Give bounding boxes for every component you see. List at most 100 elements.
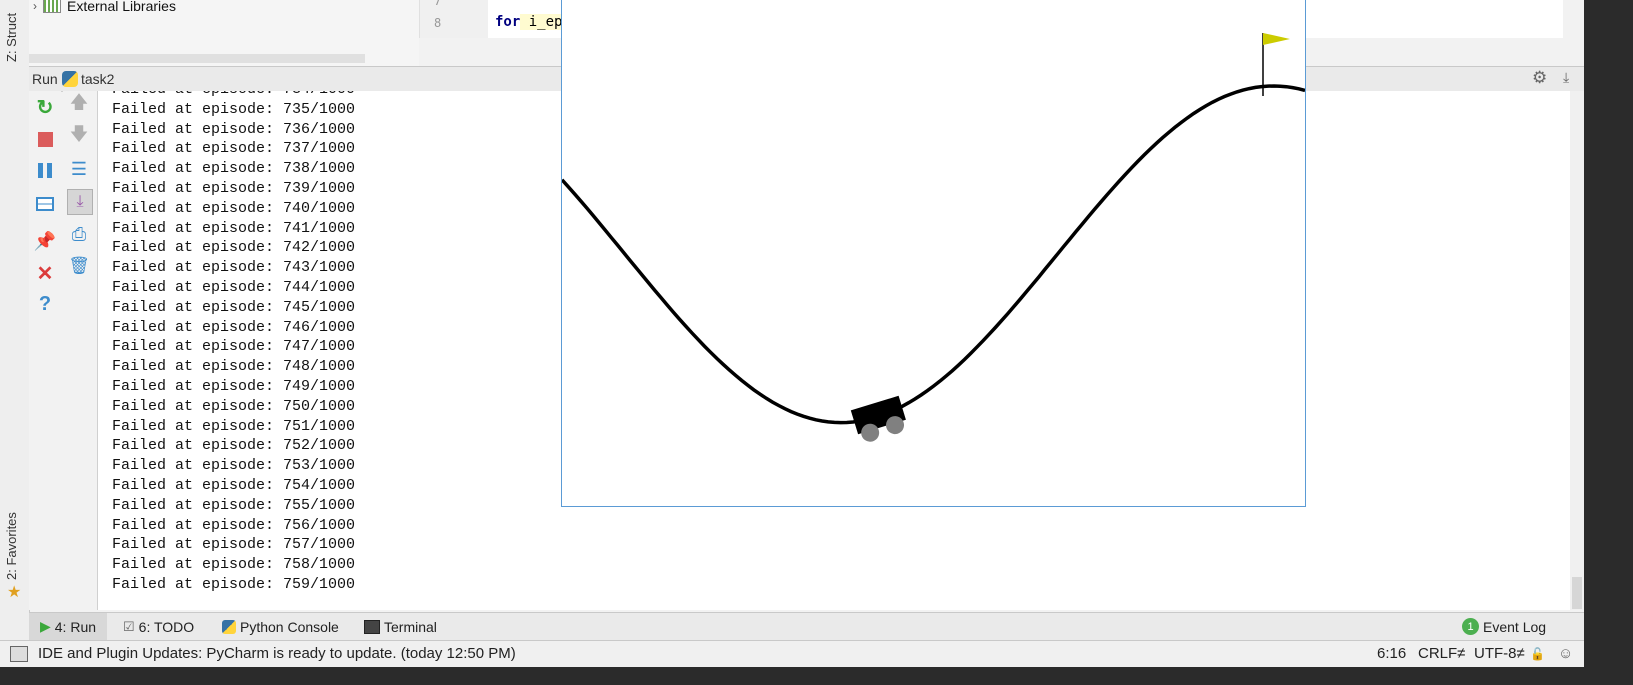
console-line: Failed at episode: 756/1000 — [112, 516, 356, 534]
tab-run[interactable]: ▶ 4: Run — [29, 613, 107, 640]
lock-icon[interactable]: 🔓 — [1530, 647, 1545, 661]
rerun-icon: ↻ — [36, 96, 54, 119]
goal-flag — [1263, 33, 1290, 45]
console-scrollbar[interactable] — [1570, 91, 1584, 610]
terminal-icon — [364, 619, 380, 634]
code-line[interactable]: for i_ep — [495, 14, 563, 30]
help-button[interactable]: ? — [33, 292, 57, 316]
console-line: Failed at episode: 746/1000 — [112, 318, 356, 336]
console-line: Failed at episode: 739/1000 — [112, 180, 356, 197]
restore-layout-button[interactable] — [33, 192, 57, 216]
external-libraries-label: External Libraries — [67, 0, 176, 14]
scroll-to-end-button[interactable]: ⤓ — [67, 189, 93, 215]
print-icon: ⎙ — [71, 223, 87, 244]
code-keyword: for — [495, 14, 521, 30]
close-icon: ✕ — [36, 262, 54, 285]
console-line: Failed at episode: 749/1000 — [112, 378, 356, 395]
console-line: Failed at episode: 740/1000 — [112, 199, 356, 217]
console-line: Failed at episode: 741/1000 — [112, 219, 356, 237]
down-arrow-icon: 🡇 — [69, 124, 89, 144]
left-tool-strip: Z: Struct 2: Favorites ★ — [0, 0, 30, 640]
toggle-tool-windows-icon[interactable] — [10, 646, 28, 662]
favorites-tab[interactable]: 2: Favorites — [4, 512, 19, 580]
console-line: Failed at episode: 752/1000 — [112, 437, 356, 455]
mountain-car-window[interactable] — [561, 0, 1306, 507]
pin-icon: 📌 — [33, 230, 57, 251]
console-line: Failed at episode: 757/1000 — [112, 536, 356, 554]
todo-icon: ☑ — [123, 618, 135, 634]
structure-tab-label: Z: Struct — [4, 12, 19, 62]
python-icon — [222, 619, 236, 634]
event-log-badge: 1 — [1462, 618, 1479, 635]
layout-icon — [36, 197, 54, 211]
chevron-right-icon[interactable]: › — [33, 0, 37, 13]
run-toolbar-secondary: 🡅 🡇 ☰ ⤓ ⎙ 🗑 — [63, 91, 98, 610]
console-line: Failed at episode: 753/1000 — [112, 457, 356, 475]
bottom-tool-tabs: ▶ 4: Run ☑ 6: TODO Python Console Termin… — [29, 612, 1584, 640]
up-arrow-icon: 🡅 — [69, 92, 89, 112]
console-line: Failed at episode: 758/1000 — [112, 556, 356, 574]
code-text: i_ep — [520, 14, 563, 30]
run-panel-title: Run — [32, 71, 58, 87]
console-line: Failed at episode: 743/1000 — [112, 259, 356, 277]
console-line: Failed at episode: 745/1000 — [112, 298, 356, 316]
project-horizontal-scrollbar[interactable] — [29, 54, 365, 63]
line-number: 8 — [434, 16, 442, 30]
soft-wrap-button[interactable]: ☰ — [67, 157, 91, 181]
console-line: Failed at episode: 736/1000 — [112, 120, 356, 138]
event-log-label: Event Log — [1483, 618, 1547, 635]
status-bar: IDE and Plugin Updates: PyCharm is ready… — [0, 640, 1584, 667]
tab-python-console-label: Python Console — [240, 618, 339, 635]
console-line: Failed at episode: 755/1000 — [112, 496, 356, 514]
console-line: Failed at episode: 742/1000 — [112, 239, 356, 257]
line-number: 7 — [434, 0, 442, 8]
down-button[interactable]: 🡇 — [67, 124, 91, 149]
up-button[interactable]: 🡅 — [67, 92, 91, 117]
run-toolbar-primary: ↻ 📌 ✕ ? — [29, 91, 61, 610]
car — [850, 395, 906, 442]
tab-python-console[interactable]: Python Console — [222, 613, 339, 640]
hide-icon[interactable]: ⤓ — [1563, 69, 1569, 86]
tab-run-label: 4: Run — [54, 618, 97, 635]
inspector-icon[interactable]: ☺ — [1558, 645, 1573, 662]
event-log-tab[interactable]: 1 Event Log — [1462, 613, 1546, 640]
structure-tab[interactable]: Z: Struct — [4, 13, 19, 62]
console-line: Failed at episode: 738/1000 — [112, 160, 356, 178]
console-line: Failed at episode: 734/1000 — [112, 91, 355, 98]
pause-icon — [38, 162, 52, 178]
scrollbar-thumb[interactable] — [1572, 577, 1582, 609]
close-button[interactable]: ✕ — [33, 261, 57, 285]
status-message[interactable]: IDE and Plugin Updates: PyCharm is ready… — [38, 645, 516, 662]
pin-tab-button[interactable]: 📌 — [33, 229, 57, 253]
print-button[interactable]: ⎙ — [67, 222, 91, 246]
pause-button[interactable] — [33, 158, 57, 182]
mountain-curve — [562, 84, 1305, 425]
console-line: Failed at episode: 759/1000 — [112, 576, 356, 593]
console-line: Failed at episode: 748/1000 — [112, 358, 356, 376]
console-line: Failed at episode: 754/1000 — [112, 477, 356, 494]
console-line: Failed at episode: 737/1000 — [112, 140, 356, 158]
external-libraries-node[interactable]: › External Libraries — [33, 0, 176, 16]
tab-terminal[interactable]: Terminal — [364, 613, 437, 640]
file-encoding[interactable]: UTF-8≠ — [1474, 645, 1525, 662]
line-number-gutter: 7 8 — [420, 0, 488, 38]
clear-all-button[interactable]: 🗑 — [67, 254, 91, 278]
console-line: Failed at episode: 744/1000 — [112, 279, 356, 296]
gear-icon[interactable]: ⚙ — [1532, 68, 1547, 88]
rerun-button[interactable]: ↻ — [33, 95, 57, 119]
console-line: Failed at episode: 735/1000 — [112, 100, 356, 118]
play-icon: ▶ — [39, 618, 51, 634]
stop-icon — [37, 131, 53, 147]
run-config-tab[interactable]: task2 — [81, 71, 114, 87]
console-line: Failed at episode: 750/1000 — [112, 397, 356, 415]
scroll-to-end-icon: ⤓ — [76, 193, 84, 210]
tab-todo[interactable]: ☑ 6: TODO — [123, 613, 194, 640]
trash-icon: 🗑 — [68, 256, 90, 275]
line-separator[interactable]: CRLF≠ — [1418, 645, 1465, 662]
console-line: Failed at episode: 751/1000 — [112, 417, 356, 435]
mountain-car-canvas — [562, 33, 1305, 442]
stop-button[interactable] — [33, 127, 57, 151]
caret-position[interactable]: 6:16 — [1377, 645, 1406, 662]
help-icon: ? — [38, 292, 52, 315]
favorites-tab-label: 2: Favorites — [4, 512, 19, 580]
